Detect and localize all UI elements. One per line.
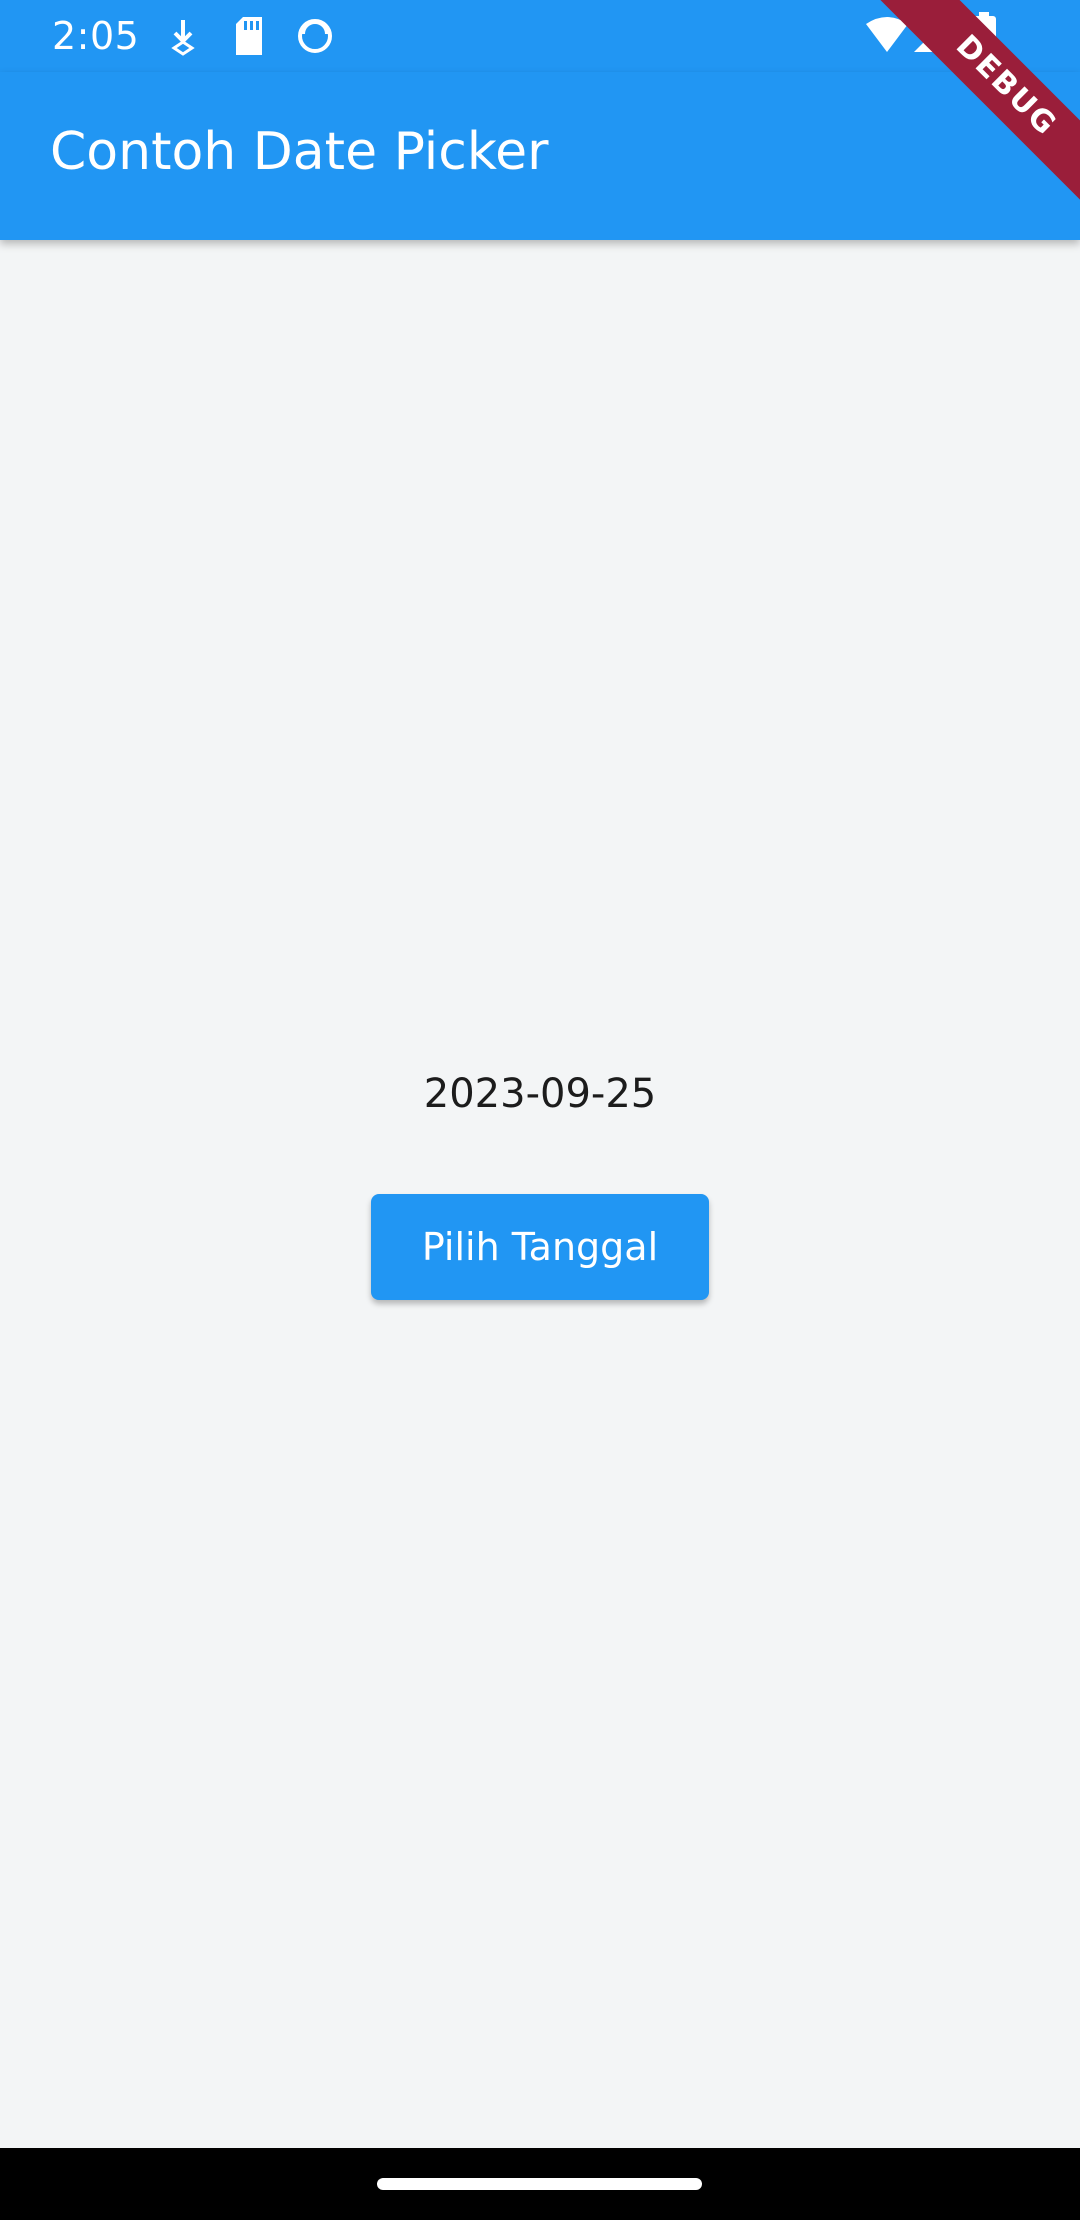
page-title: Contoh Date Picker xyxy=(50,122,549,182)
pick-date-button[interactable]: Pilih Tanggal xyxy=(371,1194,709,1300)
main-content: 2023-09-25 Pilih Tanggal xyxy=(0,240,1080,2148)
home-gesture-handle[interactable] xyxy=(377,2178,702,2190)
navigation-bar xyxy=(0,2148,1080,2220)
selected-date-text: 2023-09-25 xyxy=(423,1071,657,1117)
status-time: 2:05 xyxy=(52,14,140,58)
sd-card-icon xyxy=(234,17,264,59)
download-notification-icon xyxy=(168,18,198,60)
app-bar: Contoh Date Picker xyxy=(0,72,1080,240)
sync-icon xyxy=(296,17,334,59)
